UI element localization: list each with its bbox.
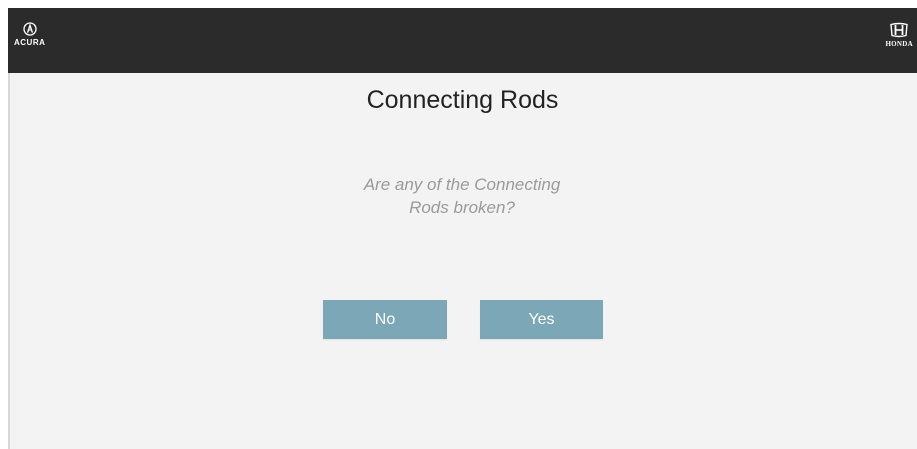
no-button[interactable]: No (323, 300, 447, 339)
app-screen: ACURA HONDA Connecting Rods Are any of t… (8, 8, 917, 449)
honda-logo-text: HONDA (885, 40, 913, 48)
page-title: Connecting Rods (366, 86, 559, 114)
left-edge-divider (8, 8, 10, 449)
question-line-1: Are any of the Connecting (363, 175, 561, 194)
honda-logo: HONDA (885, 22, 913, 48)
yes-button[interactable]: Yes (480, 300, 603, 339)
question-line-2: Rods broken? (409, 198, 515, 217)
acura-logo: ACURA (14, 22, 45, 47)
acura-logo-icon (23, 22, 37, 36)
honda-logo-icon (890, 22, 908, 38)
acura-logo-text: ACURA (14, 38, 46, 47)
question-text: Are any of the Connecting Rods broken? (312, 173, 612, 219)
header-bar: ACURA HONDA (8, 8, 917, 73)
